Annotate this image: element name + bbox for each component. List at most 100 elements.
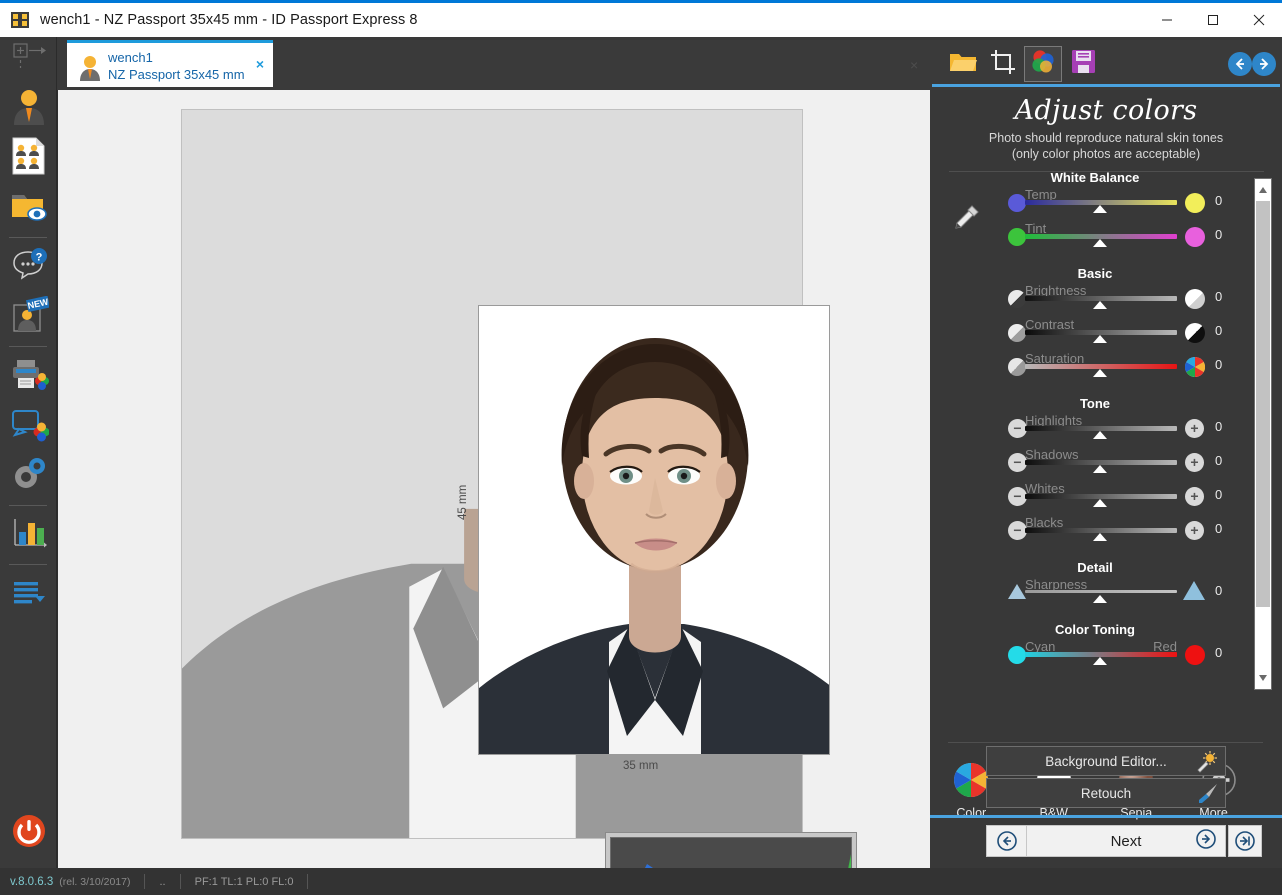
sidebar-item-person[interactable] (0, 83, 57, 133)
slider-left-swatch[interactable] (1008, 290, 1026, 308)
color-wheel-icon[interactable] (1185, 357, 1205, 377)
toolbar-prev-button[interactable] (1228, 52, 1252, 76)
window-controls (1144, 3, 1282, 37)
sidebar-divider (9, 237, 47, 238)
slider-row[interactable]: −Whites+0 (930, 483, 1260, 517)
svg-text:NEW: NEW (26, 296, 48, 310)
sidebar-item-browse[interactable] (0, 183, 57, 233)
small-triangle-icon[interactable] (1008, 584, 1026, 599)
exit-button[interactable] (0, 808, 57, 858)
photo-canvas[interactable]: 45 mm 35 mm (58, 90, 930, 868)
sidebar-item-settings[interactable] (0, 451, 57, 501)
status-divider (307, 874, 308, 889)
slider-track[interactable] (1025, 590, 1177, 593)
sidebar-item-help[interactable]: ? (0, 242, 57, 292)
background-editor-label: Background Editor... (1045, 754, 1167, 769)
slider-thumb[interactable] (1093, 499, 1107, 507)
slider-row[interactable]: Contrast0 (930, 319, 1260, 353)
crop-button[interactable] (984, 46, 1022, 82)
toolbar-next-button[interactable] (1252, 52, 1276, 76)
sidebar-item-screen[interactable] (0, 401, 57, 451)
slider-left-swatch[interactable] (1008, 194, 1026, 212)
save-button[interactable] (1064, 46, 1102, 82)
last-step-button[interactable] (1228, 825, 1262, 857)
slider-value: 0 (1215, 419, 1222, 434)
scroll-down-icon[interactable] (1255, 668, 1271, 688)
slider-thumb[interactable] (1093, 369, 1107, 377)
next-button[interactable]: Next (1027, 833, 1225, 850)
help-icon: ? (9, 247, 49, 288)
sidebar-item-statistics[interactable] (0, 510, 57, 560)
sidebar-item-new-crop[interactable] (0, 37, 57, 83)
slider-row[interactable]: −Blacks+0 (930, 517, 1260, 551)
color-wheel-icon (953, 762, 989, 798)
eyedropper-icon[interactable] (952, 202, 982, 232)
open-button[interactable] (944, 46, 982, 82)
retouch-button[interactable]: Retouch (986, 778, 1226, 808)
folder-preview-icon (9, 189, 49, 228)
panel-blue-rule (930, 815, 1282, 818)
slider-thumb[interactable] (1093, 335, 1107, 343)
crop-window[interactable] (478, 305, 830, 755)
plus-button[interactable]: + (1185, 419, 1204, 438)
slider-thumb[interactable] (1093, 533, 1107, 541)
slider-row[interactable]: CyanRed0 (930, 641, 1260, 670)
slider-thumb[interactable] (1093, 205, 1107, 213)
slider-thumb[interactable] (1093, 431, 1107, 439)
back-button[interactable] (987, 826, 1027, 856)
slider-right-swatch[interactable] (1185, 645, 1205, 665)
sidebar-item-new-photo[interactable]: NEW (0, 292, 57, 342)
slider-right-swatch[interactable] (1185, 193, 1205, 213)
slider-thumb[interactable] (1093, 239, 1107, 247)
photo-sheet-icon (10, 136, 48, 181)
slider-left-swatch[interactable] (1008, 358, 1026, 376)
magic-wand-icon (1196, 751, 1218, 776)
retouch-label: Retouch (1081, 786, 1131, 801)
close-button[interactable] (1236, 3, 1282, 37)
next-label: Next (1111, 833, 1142, 850)
slider-thumb[interactable] (1093, 595, 1107, 603)
plus-button[interactable]: + (1185, 487, 1204, 506)
new-crop-icon (9, 41, 49, 80)
left-sidebar: ? NEW (0, 37, 57, 868)
slider-value: 0 (1215, 645, 1222, 660)
plus-button[interactable]: + (1185, 453, 1204, 472)
slider-thumb[interactable] (1093, 301, 1107, 309)
maximize-button[interactable] (1190, 3, 1236, 37)
tab-close-icon[interactable]: × (256, 56, 264, 72)
slider-value: 0 (1215, 453, 1222, 468)
sidebar-item-print[interactable] (0, 351, 57, 401)
slider-left-swatch[interactable] (1008, 324, 1026, 342)
slider-left-swatch[interactable] (1008, 228, 1026, 246)
plus-button[interactable]: + (1185, 521, 1204, 540)
panel-scrollbar[interactable] (1254, 178, 1272, 690)
slider-thumb[interactable] (1093, 657, 1107, 665)
slider-thumb[interactable] (1093, 465, 1107, 473)
scroll-up-icon[interactable] (1255, 180, 1271, 200)
slider-right-swatch[interactable] (1185, 289, 1205, 309)
large-triangle-icon[interactable] (1183, 581, 1205, 600)
slider-left-swatch[interactable] (1008, 646, 1026, 664)
slider-row[interactable]: Saturation0 (930, 353, 1260, 387)
sidebar-item-menu[interactable] (0, 569, 57, 619)
save-icon (1071, 49, 1096, 79)
slider-group-heading: Tone (930, 396, 1260, 411)
slider-row[interactable]: Sharpness0 (930, 579, 1260, 613)
slider-value: 0 (1215, 323, 1222, 338)
slider-row[interactable]: −Highlights+0 (930, 415, 1260, 449)
panel-subtitle-line1: Photo should reproduce natural skin tone… (930, 130, 1282, 146)
slider-row[interactable]: −Shadows+0 (930, 449, 1260, 483)
panel-subtitle-line2: (only color photos are acceptable) (930, 146, 1282, 162)
slider-row[interactable]: Brightness0 (930, 285, 1260, 319)
scrollbar-thumb[interactable] (1256, 201, 1270, 607)
document-tab[interactable]: wench1 NZ Passport 35x45 mm × (67, 40, 273, 87)
sidebar-item-photo-sheet[interactable] (0, 133, 57, 183)
photo-page[interactable]: 45 mm 35 mm (181, 109, 803, 839)
background-editor-button[interactable]: Background Editor... (986, 746, 1226, 776)
panel-close-icon[interactable]: × (910, 57, 918, 73)
slider-right-swatch[interactable] (1185, 323, 1205, 343)
slider-right-swatch[interactable] (1185, 227, 1205, 247)
adjust-colors-button[interactable] (1024, 46, 1062, 82)
sidebar-divider (9, 505, 47, 506)
minimize-button[interactable] (1144, 3, 1190, 37)
